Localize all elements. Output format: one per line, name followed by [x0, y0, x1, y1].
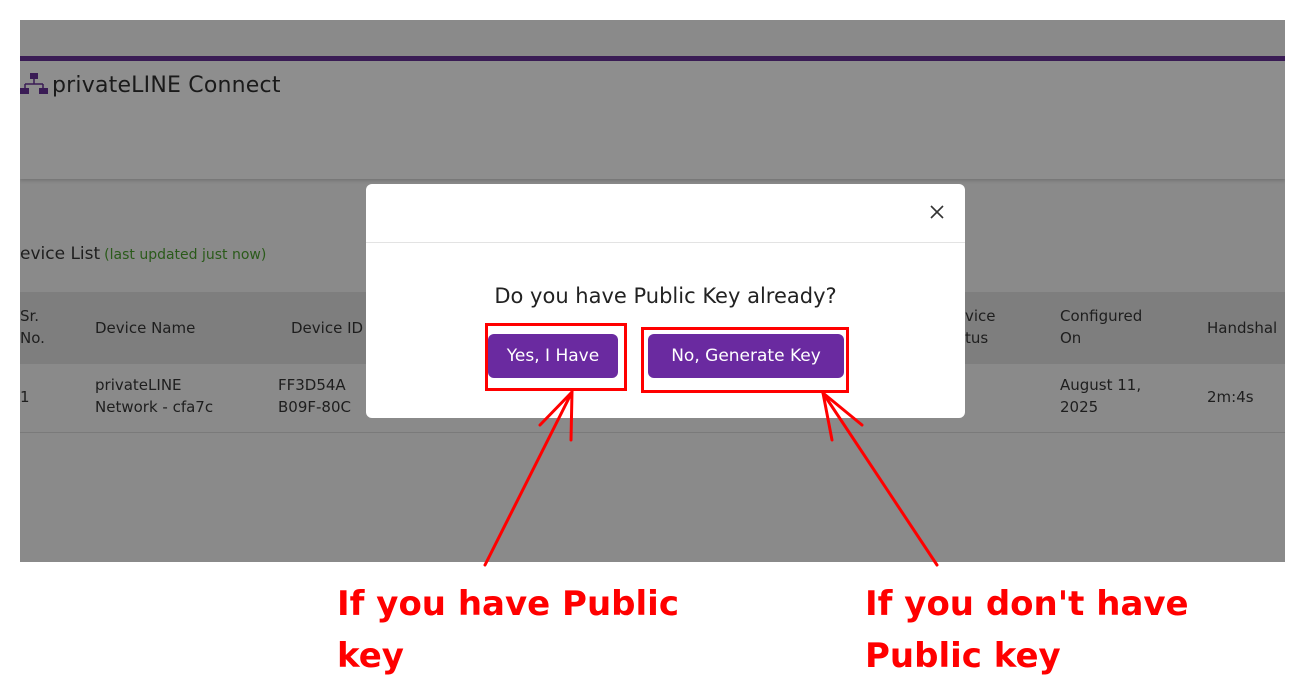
highlight-box-yes: [485, 323, 627, 391]
last-updated-text: (last updated just now): [104, 247, 267, 263]
top-band: [20, 20, 1285, 56]
close-icon[interactable]: [927, 202, 947, 222]
annotation-right: If you don't have Public key: [865, 584, 1189, 676]
row-device-name: privateLINE Network - cfa7c: [95, 376, 214, 416]
brand[interactable]: privateLINE Connect: [20, 72, 281, 98]
device-list-heading: evice List (last updated just now): [20, 244, 266, 264]
app-title: privateLINE Connect: [52, 72, 281, 98]
col-device-id: Device ID: [291, 319, 364, 337]
modal-question: Do you have Public Key already?: [494, 284, 837, 308]
network-icon: [20, 72, 48, 98]
row-configured-on: August 11, 2025: [1060, 376, 1142, 416]
modal-header: [366, 184, 965, 243]
col-device-status: vice tus: [965, 307, 996, 347]
col-configured-on: Configured On: [1060, 307, 1143, 347]
device-list-title: evice List: [20, 244, 101, 264]
col-device-name: Device Name: [95, 319, 196, 337]
col-sr-no: Sr. No.: [20, 307, 45, 347]
row-sr-no: 1: [20, 388, 30, 406]
col-handshake: Handshal: [1207, 319, 1278, 337]
annotation-left: If you have Public key: [337, 584, 679, 676]
row-handshake: 2m:4s: [1207, 388, 1254, 406]
highlight-box-no: [641, 327, 849, 393]
row-device-id: FF3D54A B09F-80C: [278, 376, 351, 416]
